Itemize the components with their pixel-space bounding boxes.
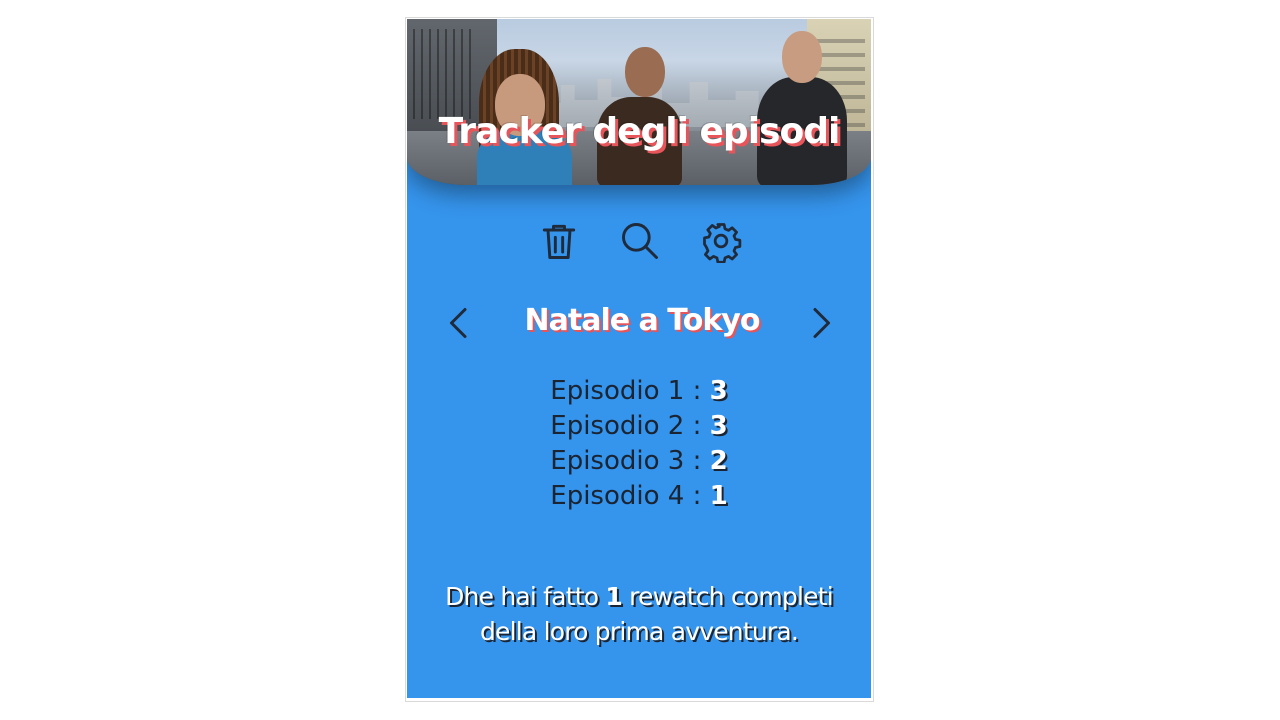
episode-watch-count: 2 [709, 446, 728, 476]
next-series-button[interactable] [803, 301, 839, 345]
app-frame: Tracker degli episodi Natale a Tokyo Epi… [405, 17, 874, 702]
chevron-left-icon [450, 308, 467, 338]
rewatch-count: 1 [605, 582, 622, 611]
rewatch-summary-line-1: Dhe hai fatto 1 rewatch completi [417, 579, 861, 614]
episode-watch-count: 3 [709, 376, 728, 406]
chevron-right-icon [813, 308, 830, 338]
episode-row: Episodio 4 : 1 [407, 479, 871, 514]
series-title: Natale a Tokyo [524, 303, 761, 338]
header-photo-person-3-head [782, 31, 822, 83]
episode-label: Episodio 3 : [550, 446, 702, 476]
header-banner: Tracker degli episodi [407, 19, 871, 185]
episode-watch-count: 1 [709, 481, 728, 511]
header-photo-scaffold [407, 29, 477, 119]
episode-label: Episodio 2 : [550, 411, 702, 441]
trash-icon [542, 224, 576, 259]
settings-button[interactable] [697, 217, 745, 265]
search-button[interactable] [616, 217, 664, 265]
episode-watch-count: 3 [709, 411, 728, 441]
delete-button[interactable] [535, 217, 583, 265]
episode-row: Episodio 2 : 3 [407, 409, 871, 444]
app-screen: Tracker degli episodi Natale a Tokyo Epi… [407, 19, 871, 698]
previous-series-button[interactable] [441, 301, 477, 345]
toolbar [407, 217, 871, 265]
gear-icon [703, 223, 742, 263]
rewatch-prefix: Dhe hai fatto [445, 582, 599, 611]
search-icon [622, 223, 658, 259]
series-navigation: Natale a Tokyo [407, 301, 871, 345]
rewatch-summary-line-2: della loro prima avventura. [479, 617, 799, 646]
header-photo-person-2-head [625, 47, 665, 97]
episode-list: Episodio 1 : 3 Episodio 2 : 3 Episodio 3… [407, 374, 871, 514]
rewatch-summary: Dhe hai fatto 1 rewatch completi della l… [417, 579, 861, 649]
page-title: Tracker degli episodi [438, 111, 841, 152]
rewatch-suffix: rewatch completi [629, 582, 834, 611]
episode-label: Episodio 1 : [550, 376, 702, 406]
episode-row: Episodio 3 : 2 [407, 444, 871, 479]
episode-label: Episodio 4 : [550, 481, 702, 511]
episode-row: Episodio 1 : 3 [407, 374, 871, 409]
